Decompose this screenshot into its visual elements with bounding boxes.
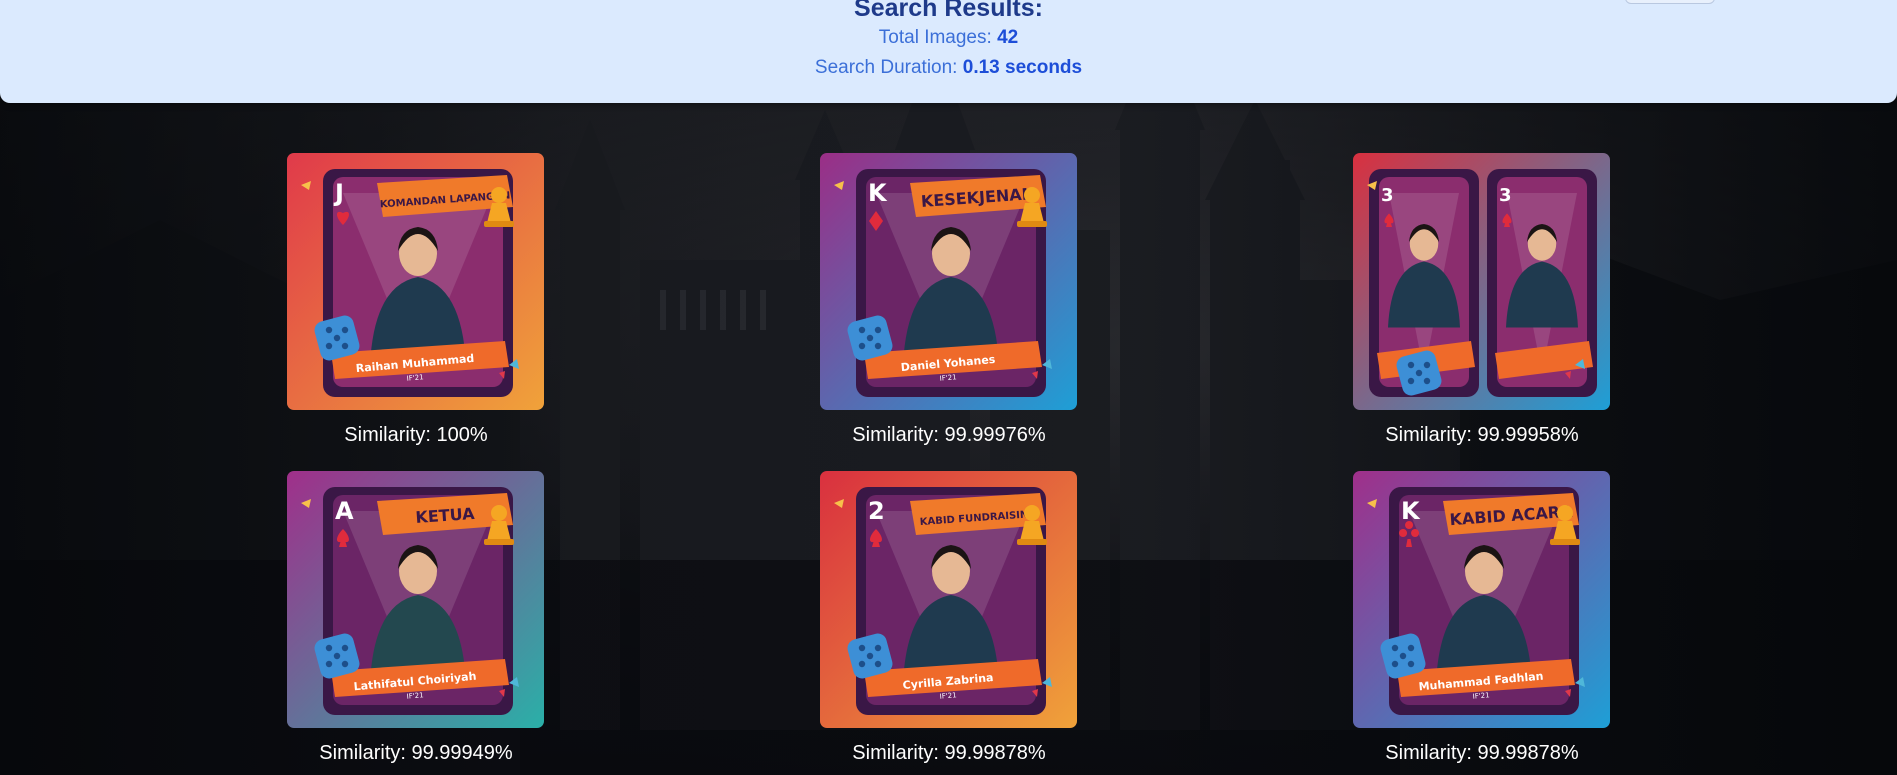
search-duration-value: 0.13 seconds [962, 57, 1083, 78]
result-image[interactable]: AAKETUALathifatul ChoiriyahIF'21 [287, 471, 544, 728]
card-rank: 3 [1499, 185, 1512, 206]
card-rank: K [1401, 497, 1421, 525]
similarity-label: Similarity: 99.99878% [852, 742, 1046, 764]
result-image[interactable]: 3333 [1353, 153, 1610, 410]
result-image[interactable]: KKKESEKJENANDaniel YohanesIF'21 [820, 153, 1077, 410]
similarity-label: Similarity: 99.99949% [319, 742, 513, 764]
card-rank: J [333, 179, 344, 207]
result-item-6[interactable]: KKKABID ACARAMuhammad FadhlanIF'21 Simil… [1353, 471, 1611, 765]
member-year: IF'21 [939, 373, 957, 382]
result-image[interactable]: JJKOMANDAN LAPANGANRaihan MuhammadIF'21 [287, 153, 544, 410]
result-image[interactable]: 22KABID FUNDRAISINGCyrilla ZabrinaIF'21 [820, 471, 1077, 728]
member-year: IF'21 [406, 373, 424, 382]
similarity-label: Similarity: 99.99976% [852, 424, 1046, 446]
result-item-2[interactable]: KKKESEKJENANDaniel YohanesIF'21 Similari… [820, 153, 1078, 447]
total-images-line: Total Images: 42 [0, 27, 1897, 49]
card-artwork: 22KABID FUNDRAISINGCyrilla ZabrinaIF'21 [820, 471, 1077, 728]
result-item-1[interactable]: JJKOMANDAN LAPANGANRaihan MuhammadIF'21 … [287, 153, 545, 447]
result-item-4[interactable]: AAKETUALathifatul ChoiriyahIF'21 Similar… [287, 471, 545, 765]
result-item-3[interactable]: 3333 Similarity: 99.99958% [1353, 153, 1611, 447]
card-rank: K [868, 179, 888, 207]
card-rank: 2 [868, 497, 885, 525]
result-item-5[interactable]: 22KABID FUNDRAISINGCyrilla ZabrinaIF'21 … [820, 471, 1078, 765]
total-images-label: Total Images: [878, 27, 998, 48]
card-artwork: JJKOMANDAN LAPANGANRaihan MuhammadIF'21 [287, 153, 544, 410]
similarity-label: Similarity: 99.99958% [1385, 424, 1579, 446]
card-artwork: KKKABID ACARAMuhammad FadhlanIF'21 [1353, 471, 1610, 728]
similarity-label: Similarity: 100% [344, 424, 488, 446]
card-artwork: 3333 [1353, 153, 1610, 410]
total-images-value: 42 [997, 27, 1019, 48]
card-rank: A [335, 497, 354, 525]
member-year: IF'21 [939, 691, 957, 700]
card-artwork: KKKESEKJENANDaniel YohanesIF'21 [820, 153, 1077, 410]
search-results-title: Search Results: [854, 0, 1043, 22]
search-results-panel: Search Results: Total Images: 42 Search … [0, 0, 1897, 103]
card-rank: 3 [1381, 185, 1394, 206]
search-duration-label: Search Duration: [814, 57, 963, 78]
result-image[interactable]: KKKABID ACARAMuhammad FadhlanIF'21 [1353, 471, 1610, 728]
search-duration-line: Search Duration: 0.13 seconds [0, 57, 1897, 79]
similarity-label: Similarity: 99.99878% [1385, 742, 1579, 764]
member-year: IF'21 [406, 691, 424, 700]
card-artwork: AAKETUALathifatul ChoiriyahIF'21 [287, 471, 544, 728]
member-year: IF'21 [1472, 691, 1490, 700]
